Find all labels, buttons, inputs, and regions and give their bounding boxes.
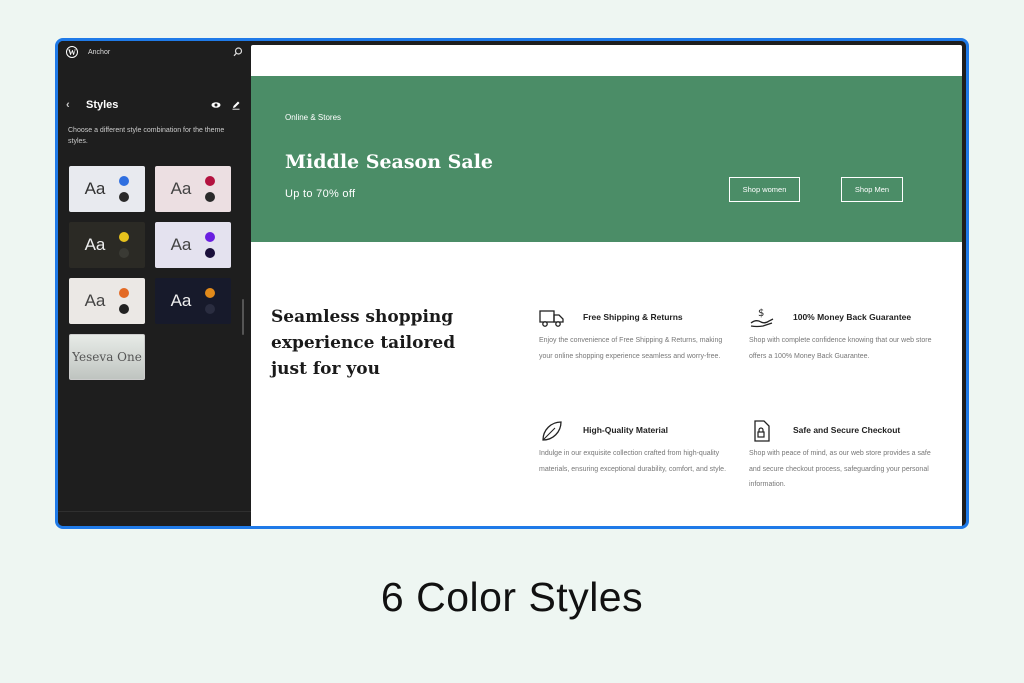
color-swatch xyxy=(119,176,130,186)
color-swatch xyxy=(119,248,130,258)
feature-title: High-Quality Material xyxy=(583,425,669,435)
hero-title: Middle Season Sale xyxy=(285,151,493,173)
site-name[interactable]: Anchor xyxy=(88,49,110,56)
color-swatch xyxy=(119,232,130,242)
shop-women-button[interactable]: Shop women xyxy=(729,177,800,202)
feature-title: Free Shipping & Returns xyxy=(583,312,683,322)
feature-title: 100% Money Back Guarantee xyxy=(793,312,912,322)
feature-description: Shop with peace of mind, as our web stor… xyxy=(749,450,931,488)
typography-sample: Aa xyxy=(170,235,192,254)
back-chevron-icon[interactable]: ‹ xyxy=(66,99,78,111)
color-swatches xyxy=(205,232,216,258)
hero-banner: Online & Stores Middle Season Sale Up to… xyxy=(251,76,962,242)
eye-icon[interactable] xyxy=(211,100,221,110)
style-variation-4[interactable]: Aa xyxy=(155,222,231,268)
color-swatch xyxy=(205,232,216,242)
typography-sample: Aa xyxy=(84,291,106,310)
typography-sample: Aa xyxy=(84,235,106,254)
font-variation-yeseva[interactable]: Yeseva One xyxy=(69,334,145,380)
color-swatch xyxy=(205,192,216,202)
hero-eyebrow: Online & Stores xyxy=(285,113,342,122)
typography-sample: Aa xyxy=(170,291,192,310)
hero-subtitle: Up to 70% off xyxy=(285,188,356,200)
style-variation-2[interactable]: Aa xyxy=(155,166,231,212)
color-swatch xyxy=(119,192,130,202)
feature-description: Indulge in our exquisite collection craf… xyxy=(539,450,727,473)
truck-icon xyxy=(539,310,564,327)
search-icon[interactable] xyxy=(233,47,243,57)
caption: 6 Color Styles xyxy=(380,574,644,620)
money-hand-icon: $ xyxy=(750,308,774,328)
color-swatch xyxy=(205,304,216,314)
sidebar-scrollbar[interactable] xyxy=(242,299,244,335)
site-preview-canvas: Online & Stores Middle Season Sale Up to… xyxy=(251,45,962,526)
shop-men-button[interactable]: Shop Men xyxy=(841,177,903,202)
feature-description: Shop with complete confidence knowing th… xyxy=(749,337,932,360)
leaf-icon xyxy=(542,421,562,441)
typography-sample: Aa xyxy=(84,179,106,198)
styles-header: ‹ Styles xyxy=(66,99,241,111)
color-swatches xyxy=(119,288,130,314)
style-variation-6[interactable]: Aa xyxy=(155,278,231,324)
divider xyxy=(58,511,251,512)
wordpress-logo-icon[interactable]: W xyxy=(66,46,78,58)
typography-sample: Aa xyxy=(170,179,192,198)
secure-document-icon xyxy=(754,420,770,442)
editor-window: W Anchor ‹ Styles Choose a different sty… xyxy=(55,38,969,529)
color-swatch xyxy=(119,304,130,314)
lead-heading: Seamless shopping experience tailored ju… xyxy=(271,307,456,379)
font-variation-label: Yeseva One xyxy=(72,350,142,364)
pencil-icon[interactable] xyxy=(231,100,241,110)
editor-topbar: W Anchor xyxy=(58,41,251,63)
style-variation-1[interactable]: Aa xyxy=(69,166,145,212)
style-variations-grid: Aa Aa Aa Aa Aa Aa Yeseva One xyxy=(69,166,231,380)
color-swatches xyxy=(205,176,216,202)
panel-title: Styles xyxy=(86,99,119,111)
color-swatches xyxy=(205,288,216,314)
color-swatch xyxy=(119,288,130,298)
feature-title: Safe and Secure Checkout xyxy=(793,425,901,435)
color-swatches xyxy=(119,176,130,202)
svg-text:$: $ xyxy=(758,308,764,319)
style-variation-3[interactable]: Aa xyxy=(69,222,145,268)
color-swatch xyxy=(205,288,216,298)
styles-description: Choose a different style combination for… xyxy=(68,127,225,145)
style-variation-5[interactable]: Aa xyxy=(69,278,145,324)
color-swatch xyxy=(205,176,216,186)
feature-description: Enjoy the convenience of Free Shipping &… xyxy=(539,337,723,360)
styles-sidebar: W Anchor ‹ Styles Choose a different sty… xyxy=(58,41,251,526)
color-swatch xyxy=(205,248,216,258)
color-swatches xyxy=(119,232,130,258)
